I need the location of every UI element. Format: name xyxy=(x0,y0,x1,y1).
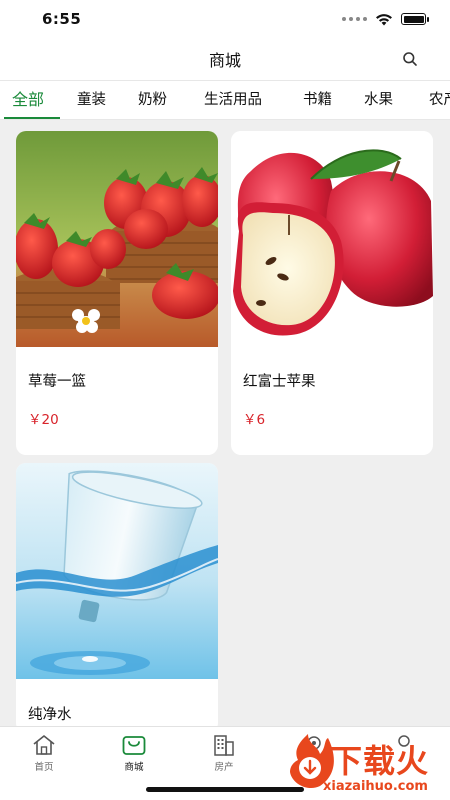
tab-books[interactable]: 书籍 xyxy=(303,81,332,119)
category-tabs: 全部 童装 奶粉 生活用品 书籍 水果 农产品 xyxy=(0,80,450,120)
shop-bag-icon xyxy=(122,736,146,755)
product-name: 纯净水 xyxy=(28,707,72,723)
nav-bar: 商城 xyxy=(0,38,450,80)
wifi-icon xyxy=(376,13,392,25)
search-icon[interactable] xyxy=(402,51,418,67)
status-bar: 6:55 xyxy=(0,0,450,38)
status-icons xyxy=(342,13,429,26)
product-name: 草莓一篮 xyxy=(28,374,86,390)
page-title: 商城 xyxy=(208,51,241,70)
tabbar-item-shop[interactable]: 商城 xyxy=(104,733,164,773)
product-card[interactable]: 纯净水 xyxy=(16,463,218,733)
battery-icon xyxy=(401,13,429,25)
home-indicator xyxy=(146,787,304,792)
tabbar-label: 房产 xyxy=(214,762,234,773)
product-card[interactable]: 草莓一篮 ￥20 xyxy=(16,131,218,455)
active-tab-indicator xyxy=(4,117,60,119)
status-time: 6:55 xyxy=(42,10,82,28)
tab-fruit[interactable]: 水果 xyxy=(364,81,393,119)
tabbar-item-property[interactable]: 房产 xyxy=(194,733,254,773)
tab-all[interactable]: 全部 xyxy=(12,81,44,119)
product-price: ￥6 xyxy=(243,412,266,428)
product-image-strawberry xyxy=(16,131,218,347)
tab-daily-goods[interactable]: 生活用品 xyxy=(204,81,262,119)
product-name: 红富士苹果 xyxy=(243,374,316,390)
tabbar-label: 商城 xyxy=(124,762,144,773)
building-icon xyxy=(214,735,234,756)
watermark-text: 下载火 xyxy=(330,742,430,780)
product-price: ￥20 xyxy=(28,412,59,428)
tab-kids-clothing[interactable]: 童装 xyxy=(77,81,106,119)
tabbar-label: 首页 xyxy=(34,762,54,773)
signal-icon xyxy=(342,17,367,21)
product-image-water xyxy=(16,463,218,679)
tab-farm-products[interactable]: 农产品 xyxy=(429,81,450,119)
product-image-apple xyxy=(231,131,433,347)
product-card[interactable]: 红富士苹果 ￥6 xyxy=(231,131,433,455)
watermark-url: xiazaihuo.com xyxy=(323,779,428,794)
tab-milk-powder[interactable]: 奶粉 xyxy=(138,81,167,119)
tabbar-item-home[interactable]: 首页 xyxy=(14,733,74,773)
home-icon xyxy=(33,735,55,755)
